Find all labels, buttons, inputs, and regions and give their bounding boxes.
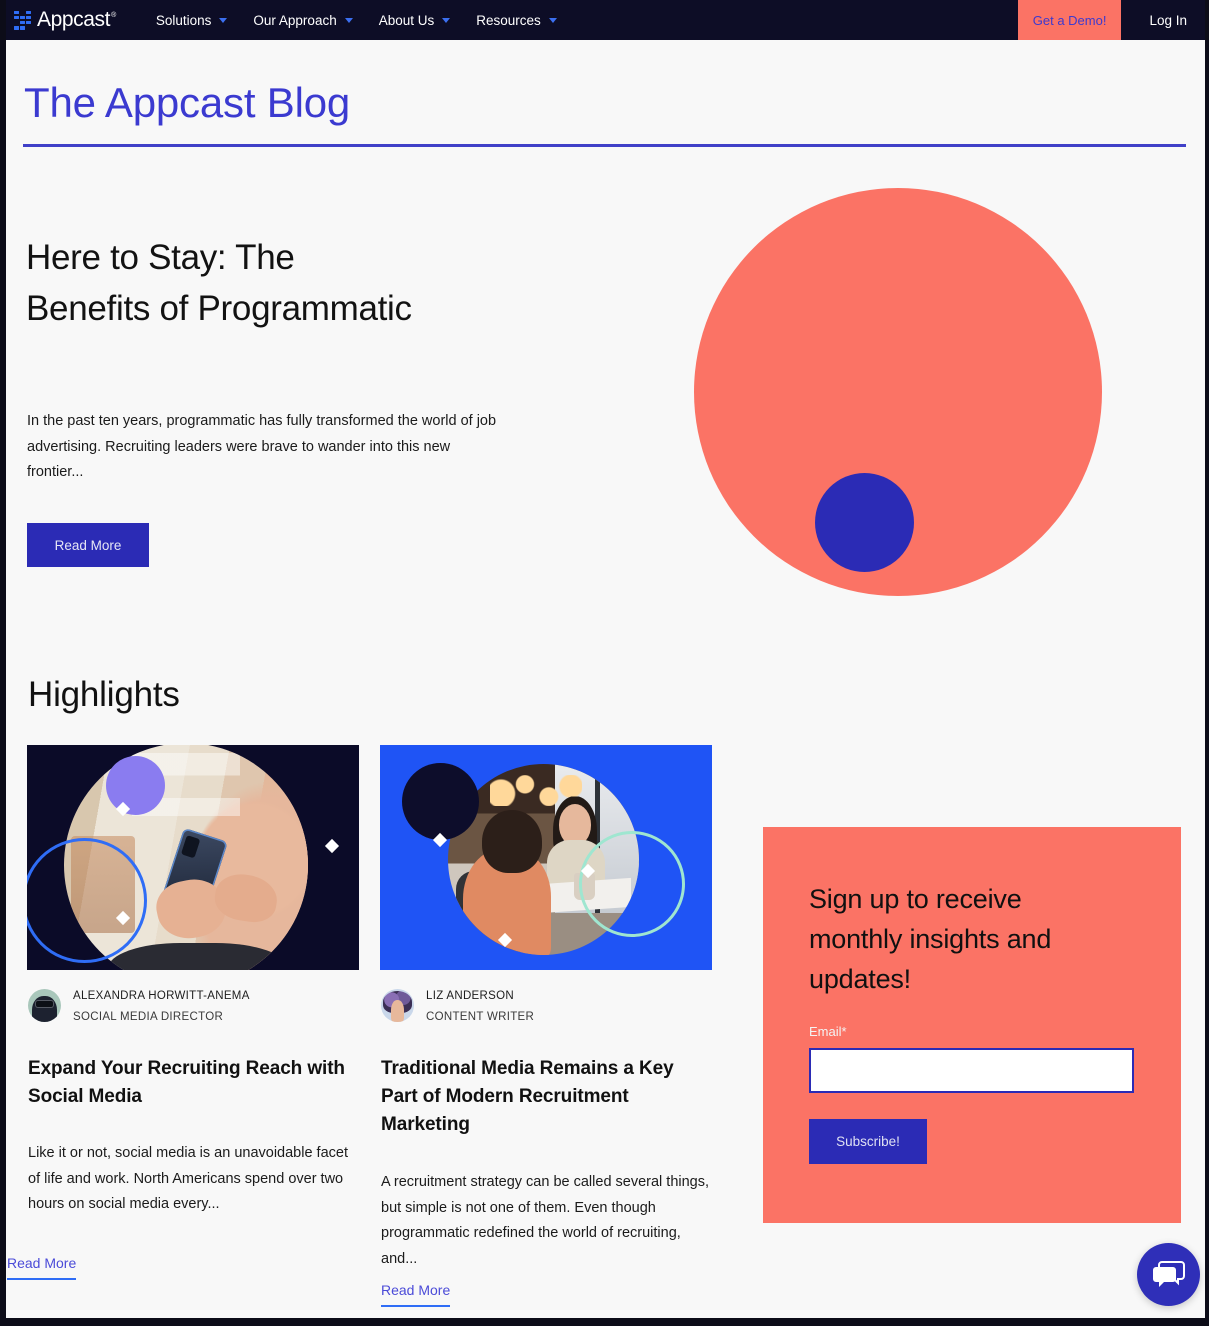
highlights-heading: Highlights (28, 675, 180, 714)
card-title[interactable]: Expand Your Recruiting Reach with Social… (28, 1055, 358, 1111)
logo-wordmark: Appcast (37, 8, 115, 32)
get-a-demo-button[interactable]: Get a Demo! (1017, 0, 1122, 40)
page-root: Appcast Solutions Our Approach About Us … (6, 0, 1205, 1322)
log-in-link[interactable]: Log In (1121, 0, 1205, 40)
card-image[interactable] (380, 745, 712, 970)
author-name: ALEXANDRA HORWITT-ANEMA (73, 990, 250, 1002)
decorative-ring (579, 831, 685, 937)
avatar (381, 989, 414, 1023)
decorative-diamond (324, 838, 340, 854)
appcast-dot-grid-icon (14, 10, 31, 30)
decorative-ring (27, 838, 147, 963)
chevron-down-icon (442, 17, 451, 23)
card-excerpt: Like it or not, social media is an unavo… (28, 1145, 348, 1212)
nav-links: Solutions Our Approach About Us Resource… (143, 13, 570, 28)
title-divider (23, 144, 1186, 147)
nav-item-label: Our Approach (253, 12, 337, 28)
decorative-circle (402, 763, 479, 840)
nav-item-our-approach[interactable]: Our Approach (240, 13, 365, 28)
page-title: The Appcast Blog (24, 79, 351, 126)
subscribe-heading: Sign up to receive monthly insights and … (809, 884, 1052, 994)
chevron-down-icon (219, 17, 228, 23)
nav-item-about-us[interactable]: About Us (366, 13, 464, 28)
card-read-more-link[interactable]: Read More (381, 1282, 451, 1307)
card-read-more-link[interactable]: Read More (7, 1255, 77, 1280)
author-role: CONTENT WRITER (426, 1010, 535, 1023)
nav-item-label: Solutions (155, 12, 212, 28)
subscribe-panel: Sign up to receive monthly insights and … (763, 827, 1181, 1223)
card-author: LIZ ANDERSON CONTENT WRITER (381, 985, 534, 1027)
chat-bubbles-icon (1153, 1261, 1185, 1287)
hero-small-circle (815, 473, 914, 572)
hero-read-more-button[interactable]: Read More (27, 523, 149, 567)
author-role: SOCIAL MEDIA DIRECTOR (73, 1010, 224, 1023)
chat-widget-button[interactable] (1137, 1243, 1200, 1306)
nav-item-label: Resources (476, 12, 541, 28)
chevron-down-icon (548, 17, 557, 23)
author-name: LIZ ANDERSON (426, 990, 514, 1002)
highlight-card: LIZ ANDERSON CONTENT WRITER Traditional … (380, 745, 712, 1267)
nav-item-solutions[interactable]: Solutions (143, 13, 241, 28)
avatar (28, 989, 61, 1023)
page-bottom-edge (6, 1318, 1205, 1322)
chevron-down-icon (344, 17, 353, 23)
nav-right-actions: Get a Demo! Log In (1017, 0, 1205, 40)
nav-item-resources[interactable]: Resources (463, 13, 570, 28)
hero-graphic (694, 188, 1102, 596)
hero-excerpt: In the past ten years, programmatic has … (27, 413, 497, 480)
highlight-card: ALEXANDRA HORWITT-ANEMA SOCIAL MEDIA DIR… (27, 745, 359, 1212)
card-image[interactable] (27, 745, 359, 970)
hero-headline[interactable]: Here to Stay: The Benefits of Programmat… (26, 232, 426, 334)
subscribe-button[interactable]: Subscribe! (809, 1119, 927, 1164)
nav-item-label: About Us (378, 12, 435, 28)
top-navigation-bar: Appcast Solutions Our Approach About Us … (6, 0, 1205, 40)
email-input[interactable] (809, 1048, 1134, 1093)
card-excerpt: A recruitment strategy can be called sev… (381, 1174, 710, 1267)
card-title[interactable]: Traditional Media Remains a Key Part of … (381, 1055, 711, 1139)
decorative-circle (106, 756, 165, 815)
email-label: Email* (809, 1024, 847, 1039)
appcast-logo[interactable]: Appcast (14, 8, 115, 32)
card-author: ALEXANDRA HORWITT-ANEMA SOCIAL MEDIA DIR… (28, 985, 250, 1027)
